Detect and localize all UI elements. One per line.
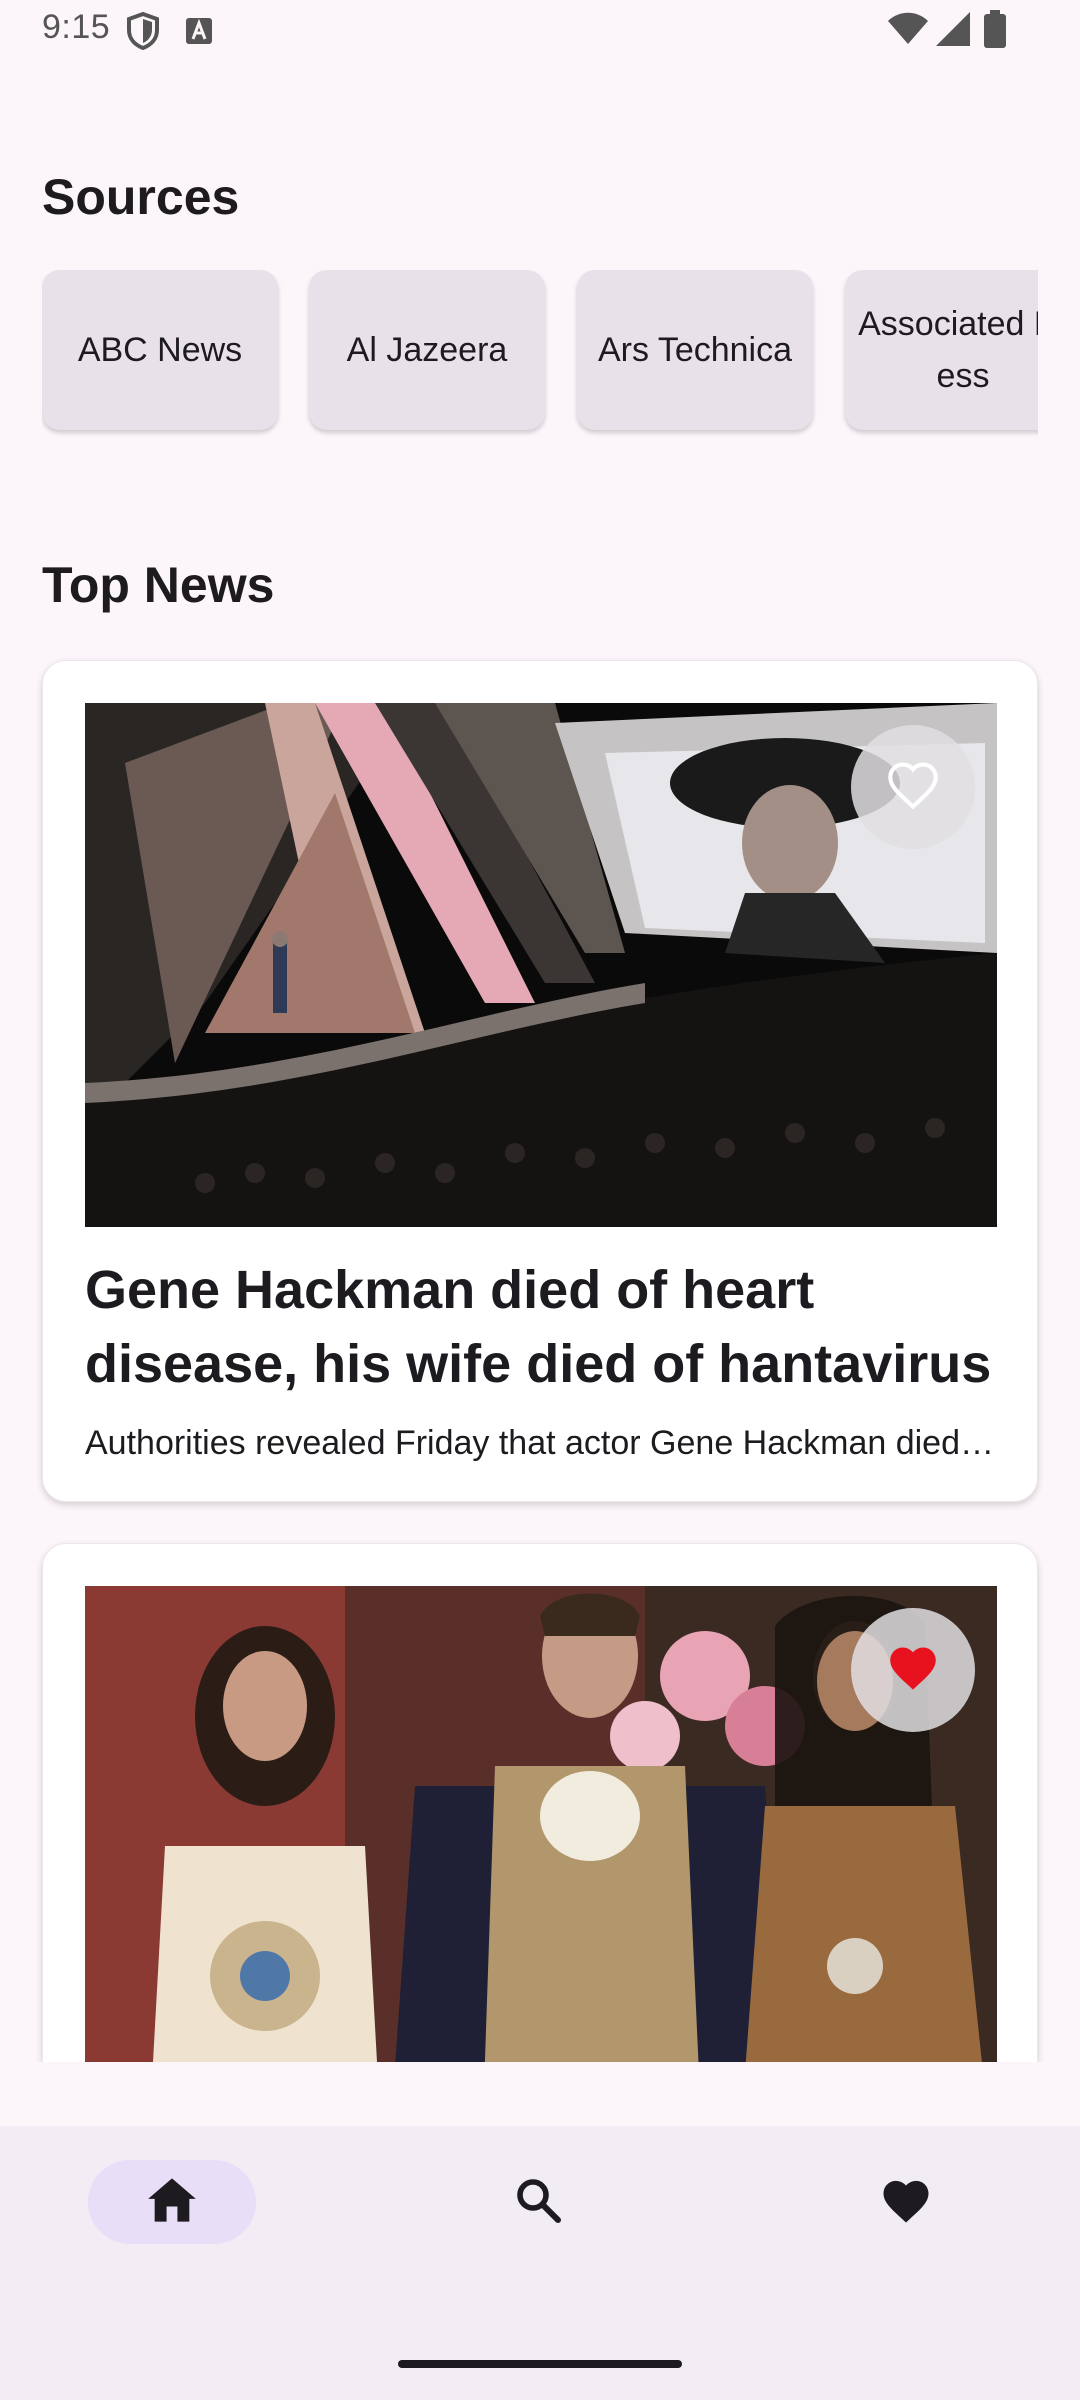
- nav-favorites-button[interactable]: [822, 2160, 990, 2244]
- news-list[interactable]: Gene Hackman died of heart disease, his …: [0, 650, 1080, 2062]
- search-icon: [514, 2176, 562, 2229]
- nav-home-button[interactable]: [88, 2160, 256, 2244]
- favorite-button[interactable]: [851, 725, 975, 849]
- news-card[interactable]: Gene Hackman died of heart disease, his …: [42, 660, 1038, 1502]
- signal-icon: [936, 12, 970, 51]
- source-chip-ars-technica[interactable]: Ars Technica: [577, 270, 813, 430]
- bottom-navigation: [0, 2126, 1080, 2400]
- wifi-icon: [888, 12, 928, 49]
- status-time: 9:15: [42, 8, 111, 46]
- sources-carousel[interactable]: ABC News Al Jazeera Ars Technica Associa…: [42, 270, 1038, 440]
- news-image: [85, 703, 997, 1227]
- gesture-bar[interactable]: [398, 2360, 682, 2368]
- favorite-button[interactable]: [851, 1608, 975, 1732]
- source-chip-associated-press[interactable]: Associated Press: [845, 270, 1038, 430]
- nav-search-button[interactable]: [454, 2160, 622, 2244]
- source-chip-abc-news[interactable]: ABC News: [42, 270, 278, 430]
- home-icon: [146, 2176, 198, 2229]
- heart-filled-icon: [885, 1643, 941, 1698]
- news-image: [85, 1586, 997, 2062]
- news-description: Authorities revealed Friday that actor G…: [85, 1424, 997, 1462]
- news-card[interactable]: [42, 1543, 1038, 2062]
- heart-icon: [879, 2175, 933, 2230]
- sources-heading: Sources: [42, 169, 240, 225]
- shield-icon: [126, 11, 160, 55]
- top-news-heading: Top News: [42, 557, 275, 613]
- battery-icon: [984, 10, 1006, 53]
- keyboard-a-icon: [186, 18, 212, 49]
- status-bar: 9:15: [0, 0, 1080, 64]
- source-chip-al-jazeera[interactable]: Al Jazeera: [309, 270, 545, 430]
- news-title: Gene Hackman died of heart disease, his …: [85, 1260, 992, 1394]
- heart-outline-icon: [885, 760, 941, 815]
